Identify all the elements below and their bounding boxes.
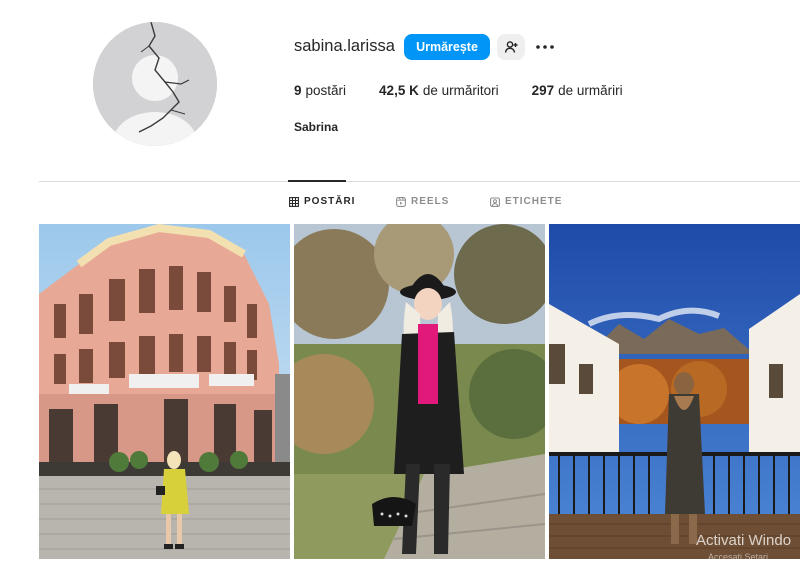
posts-label: postări: [305, 83, 347, 98]
add-user-icon: [504, 40, 518, 54]
tab-tagged-label: ETICHETE: [505, 196, 563, 207]
stat-following[interactable]: 297 de urmăriri: [532, 83, 623, 98]
tab-posts-label: POSTĂRI: [304, 196, 356, 207]
following-count: 297: [531, 83, 555, 98]
followers-label: de urmăritori: [422, 83, 499, 98]
post-thumbnail[interactable]: [294, 224, 545, 559]
stat-posts: 9 postări: [294, 83, 346, 98]
suggested-accounts-button[interactable]: [497, 34, 525, 60]
photo-park-icon: [294, 224, 545, 559]
profile-avatar[interactable]: [93, 22, 217, 146]
grid-icon: [289, 196, 299, 207]
tabs-divider: [39, 181, 800, 182]
stat-followers[interactable]: 42,5 Kde urmăritori: [379, 83, 499, 98]
posts-count: 9: [294, 83, 302, 98]
posts-grid: [39, 224, 800, 561]
tagged-icon: [490, 196, 500, 207]
windows-activation-watermark: Activati Windo: [696, 532, 792, 549]
follow-button[interactable]: Urmărește: [404, 34, 490, 60]
profile-username: sabina.larissa: [294, 37, 395, 55]
tab-posts[interactable]: POSTĂRI: [289, 196, 355, 207]
more-dots-icon: [536, 45, 554, 49]
photo-mountain-icon: [549, 224, 800, 559]
photo-building-icon: [39, 224, 290, 559]
tab-reels[interactable]: REELS: [396, 196, 449, 207]
more-options-button[interactable]: [532, 34, 558, 60]
windows-activation-subtext: Accesati Setari: [708, 552, 769, 561]
tab-reels-label: REELS: [411, 196, 450, 207]
reels-icon: [396, 196, 406, 207]
profile-full-name: Sabrina: [294, 120, 339, 134]
followers-count: 42,5 K: [379, 83, 419, 98]
post-thumbnail[interactable]: [549, 224, 800, 559]
default-avatar-icon: [93, 22, 217, 146]
post-thumbnail[interactable]: [39, 224, 290, 559]
tab-tagged[interactable]: ETICHETE: [490, 196, 562, 207]
following-label: de urmăriri: [558, 83, 623, 98]
active-tab-indicator: [288, 180, 346, 182]
profile-stats: 9 postări 42,5 Kde urmăritori 297 de urmăr…: [294, 83, 656, 98]
